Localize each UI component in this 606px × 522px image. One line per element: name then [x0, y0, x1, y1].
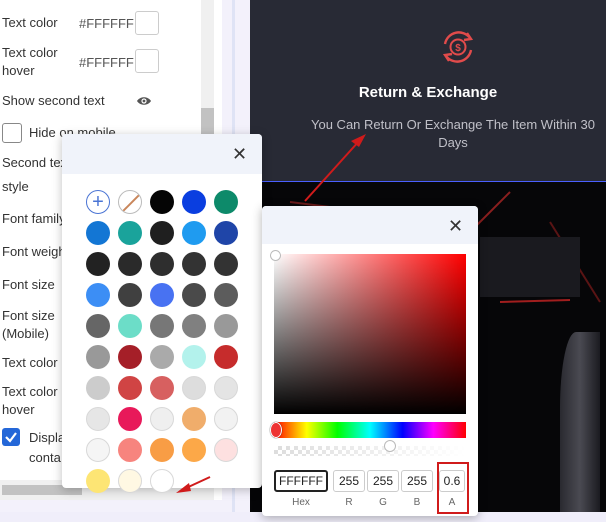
- return-exchange-dollar-icon: $: [442, 31, 474, 63]
- hue-handle[interactable]: [270, 422, 282, 438]
- color-swatch[interactable]: [150, 376, 174, 400]
- color-swatch[interactable]: [150, 283, 174, 307]
- color-swatch[interactable]: [214, 438, 238, 462]
- color-swatch[interactable]: [118, 314, 142, 338]
- color-swatch[interactable]: [86, 283, 110, 307]
- color-swatch[interactable]: [182, 345, 206, 369]
- text-color-hover-label-2: Text color hover: [2, 384, 58, 417]
- green-input[interactable]: 255: [367, 470, 399, 492]
- color-swatch[interactable]: [214, 407, 238, 431]
- color-swatch[interactable]: [182, 221, 206, 245]
- color-swatch[interactable]: [150, 190, 174, 214]
- text-color-hover-swatch[interactable]: [135, 49, 159, 73]
- color-swatch[interactable]: [182, 407, 206, 431]
- color-swatch[interactable]: [86, 469, 110, 493]
- alpha-annotation-box: [437, 462, 469, 514]
- color-swatch[interactable]: [86, 221, 110, 245]
- color-swatch[interactable]: [86, 252, 110, 276]
- color-swatch[interactable]: [118, 407, 142, 431]
- second-text-label: Second tex: [2, 155, 68, 170]
- display-label: Displa: [29, 430, 66, 445]
- text-color-swatch[interactable]: [135, 11, 159, 35]
- check-icon: [5, 432, 17, 443]
- saturation-handle[interactable]: [270, 250, 281, 261]
- red-input[interactable]: 255: [333, 470, 365, 492]
- color-swatch[interactable]: [86, 314, 110, 338]
- text-color-value: #FFFFFF: [79, 16, 134, 31]
- hide-on-mobile-checkbox[interactable]: [2, 123, 22, 143]
- photo-figure: [560, 332, 600, 512]
- color-swatch[interactable]: [214, 345, 238, 369]
- text-color-label-2: Text color: [2, 355, 58, 370]
- color-swatch[interactable]: [150, 438, 174, 462]
- color-swatch[interactable]: [118, 252, 142, 276]
- display-label-2: conta: [29, 450, 61, 465]
- close-icon[interactable]: ✕: [232, 145, 247, 163]
- color-swatch[interactable]: [150, 314, 174, 338]
- color-swatch[interactable]: [214, 376, 238, 400]
- color-swatch[interactable]: [118, 283, 142, 307]
- hex-label: Hex: [292, 497, 310, 508]
- no-color-swatch[interactable]: [118, 190, 142, 214]
- color-swatch[interactable]: [86, 345, 110, 369]
- color-swatch[interactable]: [182, 314, 206, 338]
- display-checkbox[interactable]: [2, 428, 20, 446]
- color-swatch[interactable]: [118, 221, 142, 245]
- preview-title: Return & Exchange: [358, 84, 498, 101]
- preview-text: You Can Return Or Exchange The Item With…: [311, 117, 595, 150]
- color-swatch[interactable]: [86, 407, 110, 431]
- font-size-label: Font size: [2, 277, 55, 292]
- alpha-handle[interactable]: [384, 440, 396, 452]
- hue-slider[interactable]: [274, 422, 466, 438]
- color-swatch[interactable]: [118, 345, 142, 369]
- color-swatch[interactable]: [150, 469, 174, 493]
- add-color-button[interactable]: +: [86, 190, 110, 214]
- color-swatch[interactable]: [118, 438, 142, 462]
- color-swatch[interactable]: [182, 376, 206, 400]
- saturation-area[interactable]: [274, 254, 466, 414]
- color-swatch-popup: ✕ +: [62, 134, 262, 493]
- color-swatch[interactable]: [150, 345, 174, 369]
- alpha-slider[interactable]: [274, 446, 466, 456]
- color-swatch[interactable]: [118, 376, 142, 400]
- color-swatch[interactable]: [86, 438, 110, 462]
- text-color-hover-value: #FFFFFF: [79, 55, 134, 70]
- color-swatch[interactable]: [182, 252, 206, 276]
- g-label: G: [379, 497, 387, 508]
- eye-icon[interactable]: [136, 93, 152, 109]
- color-swatch[interactable]: [214, 221, 238, 245]
- close-icon[interactable]: ✕: [448, 217, 463, 235]
- color-swatch[interactable]: [150, 252, 174, 276]
- color-swatch[interactable]: [182, 283, 206, 307]
- text-color-label: Text color: [2, 15, 58, 30]
- svg-text:$: $: [455, 43, 461, 54]
- text-color-hover-label: Text color hover: [2, 45, 58, 78]
- color-swatch[interactable]: [214, 252, 238, 276]
- color-swatch[interactable]: [214, 190, 238, 214]
- r-label: R: [345, 497, 353, 508]
- b-label: B: [413, 497, 421, 508]
- color-swatch[interactable]: [150, 221, 174, 245]
- color-swatch[interactable]: [182, 438, 206, 462]
- font-weight-label: Font weigh: [2, 244, 66, 259]
- color-swatch[interactable]: [214, 314, 238, 338]
- picker-popup-header: [262, 206, 478, 244]
- color-swatch[interactable]: [118, 469, 142, 493]
- color-swatch[interactable]: [182, 190, 206, 214]
- color-swatch[interactable]: [214, 283, 238, 307]
- color-swatch[interactable]: [86, 376, 110, 400]
- hex-input[interactable]: FFFFFF: [274, 470, 328, 492]
- color-swatch[interactable]: [150, 407, 174, 431]
- show-second-text-label: Show second text: [2, 93, 105, 108]
- blue-input[interactable]: 255: [401, 470, 433, 492]
- font-family-label: Font family: [2, 211, 66, 226]
- style-label: style: [2, 179, 29, 194]
- font-size-mobile-label: Font size (Mobile): [2, 308, 55, 341]
